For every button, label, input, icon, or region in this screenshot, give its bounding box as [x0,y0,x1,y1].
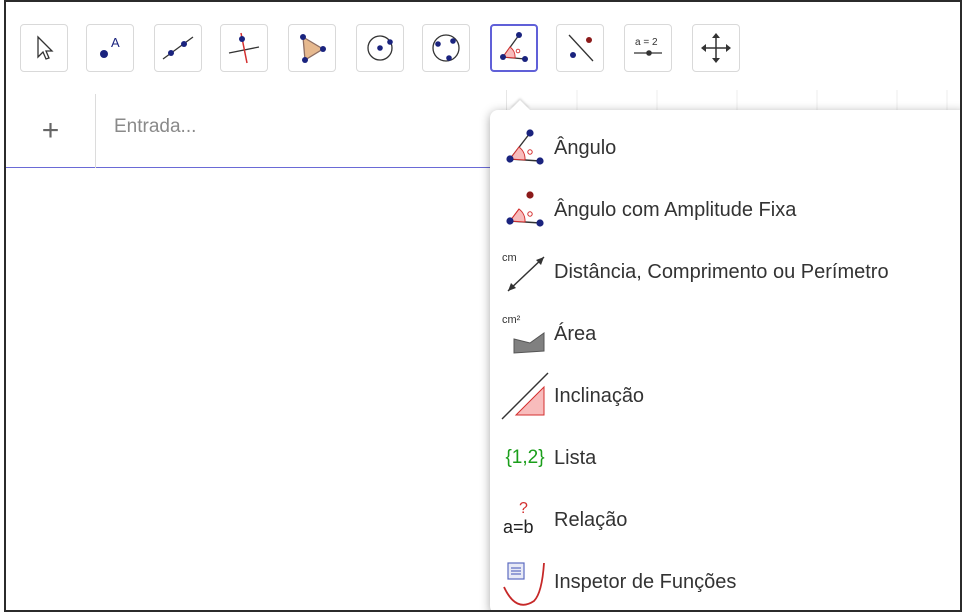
menu-item-angle-fixed[interactable]: Ângulo com Amplitude Fixa [490,180,960,240]
list-icon: {1,2} [505,447,545,468]
perpendicular-line-icon [228,32,260,64]
line-icon [162,36,194,60]
angle-fixed-amplitude-icon [506,191,544,227]
polygon-icon [300,34,326,63]
geogebra-window: A a = 2 + Entrada... Ângulo Ângulo com A… [4,0,962,612]
relation-icon: ? a=b [503,500,534,537]
angle-tools-submenu: Ângulo Ângulo com Amplitude Fixa cm Dist… [490,110,960,610]
menu-item-label: Ângulo com Amplitude Fixa [554,198,797,221]
area-icon-unit: cm² [502,314,521,326]
perpendicular-tool-button[interactable] [220,24,268,72]
circle-tool-button[interactable] [356,24,404,72]
reflect-about-line-icon [568,34,594,62]
function-inspector-icon [503,562,545,606]
svg-text:A: A [111,35,120,50]
menu-item-label: Distância, Comprimento ou Perímetro [554,260,889,283]
menu-item-slope[interactable]: Inclinação [490,366,960,426]
menu-item-distance[interactable]: cm Distância, Comprimento ou Perímetro [490,242,960,302]
menu-item-label: Inclinação [554,384,645,407]
slider-icon: a = 2 [634,37,662,56]
menu-item-function-inspector[interactable]: Inspetor de Funções [490,552,960,610]
area-icon: cm² [502,314,545,354]
move-graphics-view-icon [701,33,731,63]
reflect-tool-button[interactable] [556,24,604,72]
arrow-cursor-icon [37,35,54,60]
slider-tool-button[interactable]: a = 2 [624,24,672,72]
circle-three-points-icon [432,34,460,62]
add-item-button[interactable]: + [6,94,96,168]
point-icon: A [100,35,120,58]
menu-item-relation[interactable]: ? a=b Relação [490,490,960,550]
menu-item-label: Ângulo [554,136,617,159]
circle-three-points-tool-button[interactable] [422,24,470,72]
distance-icon-unit: cm [502,252,517,264]
menu-item-label: Lista [554,446,597,469]
point-tool-button[interactable]: A [86,24,134,72]
circle-center-point-icon [367,35,393,61]
relation-icon-question: ? [519,500,528,517]
angle-tool-button[interactable] [490,24,538,72]
menu-item-label: Área [554,322,597,345]
svg-text:a = 2: a = 2 [635,37,658,48]
toolbar: A a = 2 [6,2,960,90]
slope-icon [501,372,549,420]
distance-icon: cm [502,252,545,292]
relation-icon-text: a=b [503,517,534,537]
menu-item-area[interactable]: cm² Área [490,304,960,364]
menu-item-label: Relação [554,508,628,531]
algebra-view: + Entrada... [6,94,506,610]
input-bar: + Entrada... [6,94,506,168]
input-field[interactable]: Entrada... [114,116,196,138]
move-graphics-tool-button[interactable] [692,24,740,72]
menu-item-list[interactable]: {1,2} Lista [490,428,960,488]
menu-item-label: Inspetor de Funções [554,570,737,593]
move-tool-button[interactable] [20,24,68,72]
angle-icon [506,129,544,165]
line-tool-button[interactable] [154,24,202,72]
menu-item-angle[interactable]: Ângulo [490,118,960,178]
polygon-tool-button[interactable] [288,24,336,72]
angle-icon [500,32,528,62]
